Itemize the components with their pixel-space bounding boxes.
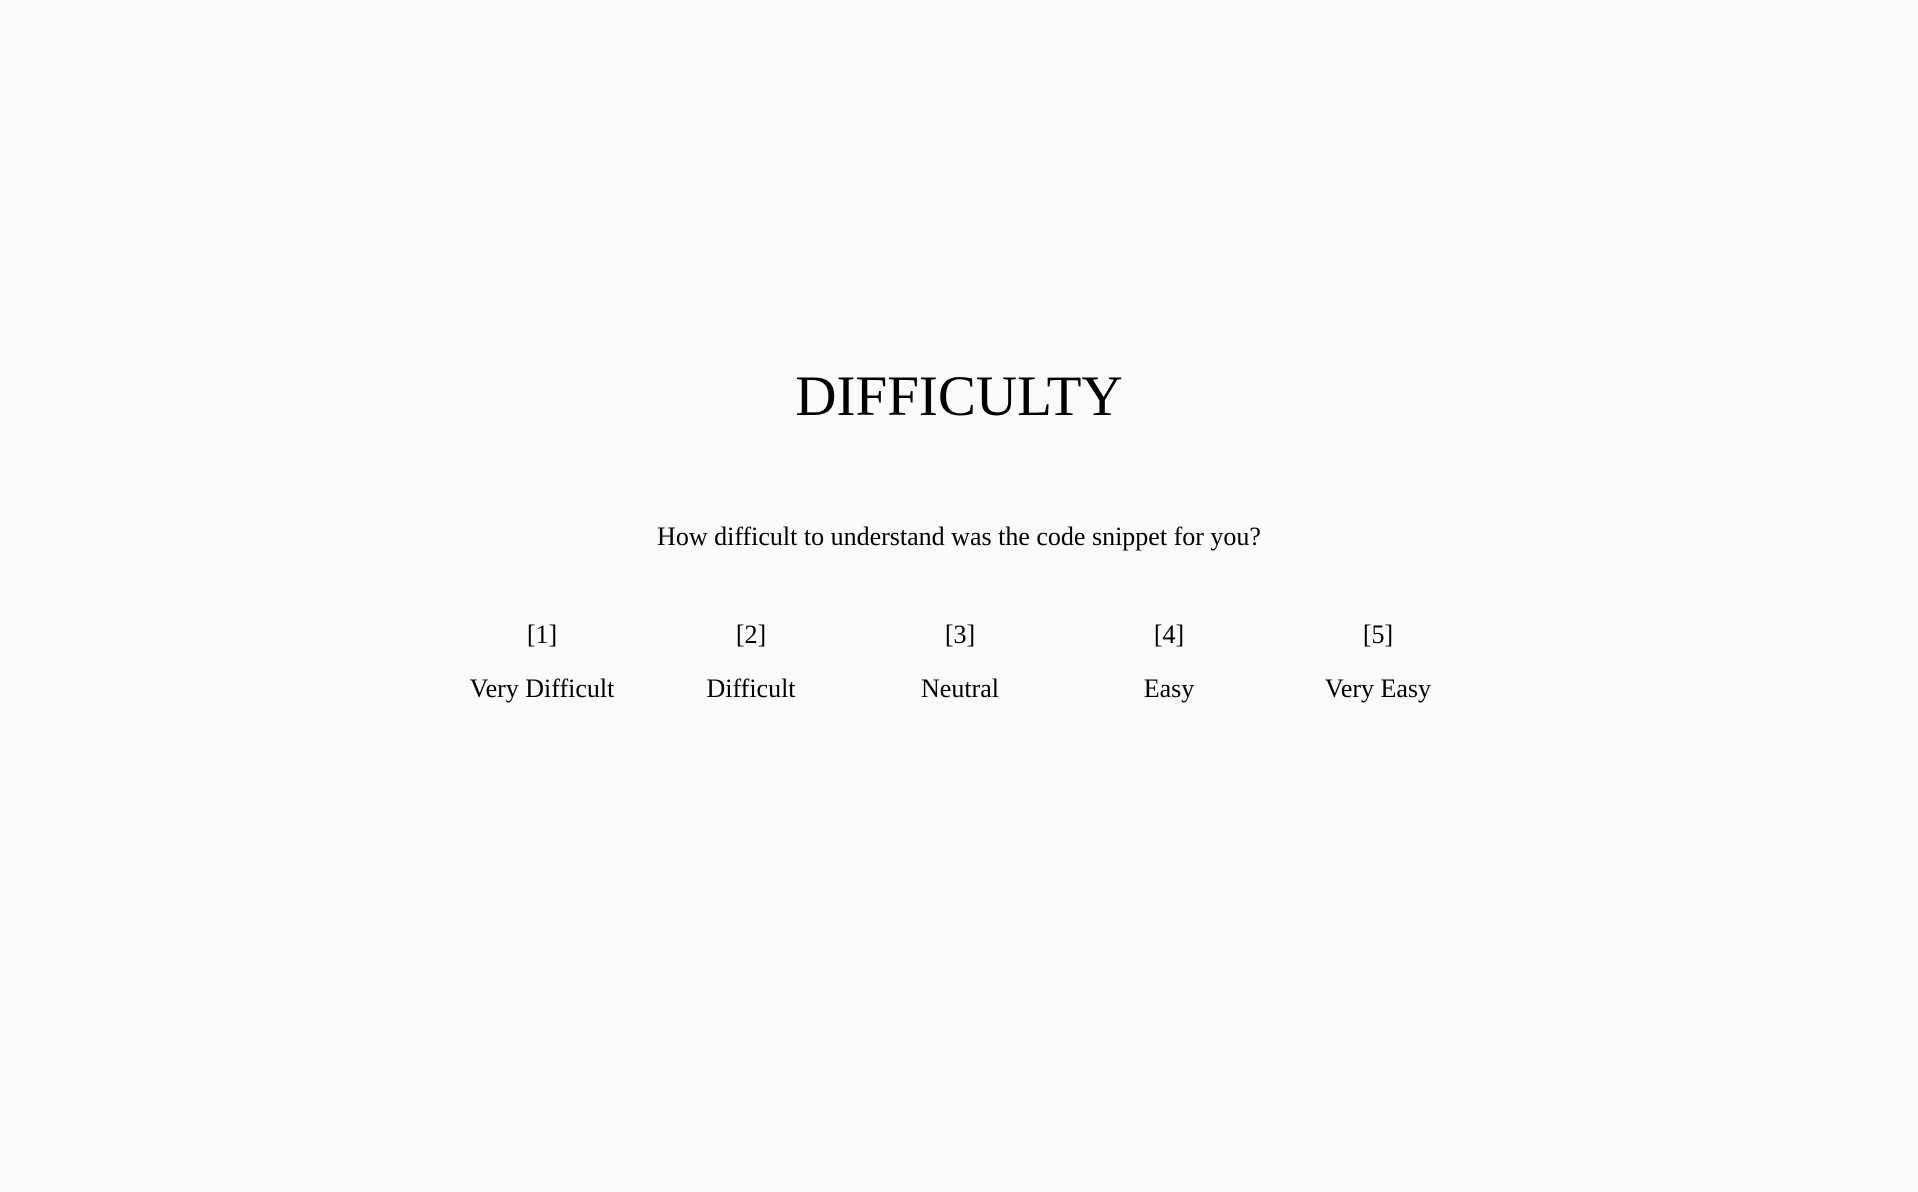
rating-key: [4]	[1153, 620, 1185, 649]
rating-label: Easy	[1143, 674, 1195, 703]
rating-key: [5]	[1362, 620, 1394, 649]
page-title: DIFFICULTY	[795, 365, 1123, 428]
rating-key: [1]	[526, 620, 558, 649]
difficulty-rating-screen: DIFFICULTY How difficult to understand w…	[0, 0, 1918, 1192]
rating-option-easy[interactable]: [4] Easy	[1069, 618, 1269, 706]
rating-key: [2]	[735, 620, 767, 649]
question-text: How difficult to understand was the code…	[657, 522, 1261, 551]
rating-scale: [1] Very Difficult [2] Difficult [3] Neu…	[0, 618, 1918, 718]
rating-key: [3]	[944, 620, 976, 649]
rating-label: Very Easy	[1324, 674, 1432, 703]
rating-option-neutral[interactable]: [3] Neutral	[860, 618, 1060, 706]
rating-label: Difficult	[706, 674, 796, 703]
rating-label: Neutral	[921, 674, 999, 703]
rating-label: Very Difficult	[469, 674, 615, 703]
rating-option-very-difficult[interactable]: [1] Very Difficult	[442, 618, 642, 706]
rating-option-very-easy[interactable]: [5] Very Easy	[1278, 618, 1478, 706]
rating-option-difficult[interactable]: [2] Difficult	[651, 618, 851, 706]
